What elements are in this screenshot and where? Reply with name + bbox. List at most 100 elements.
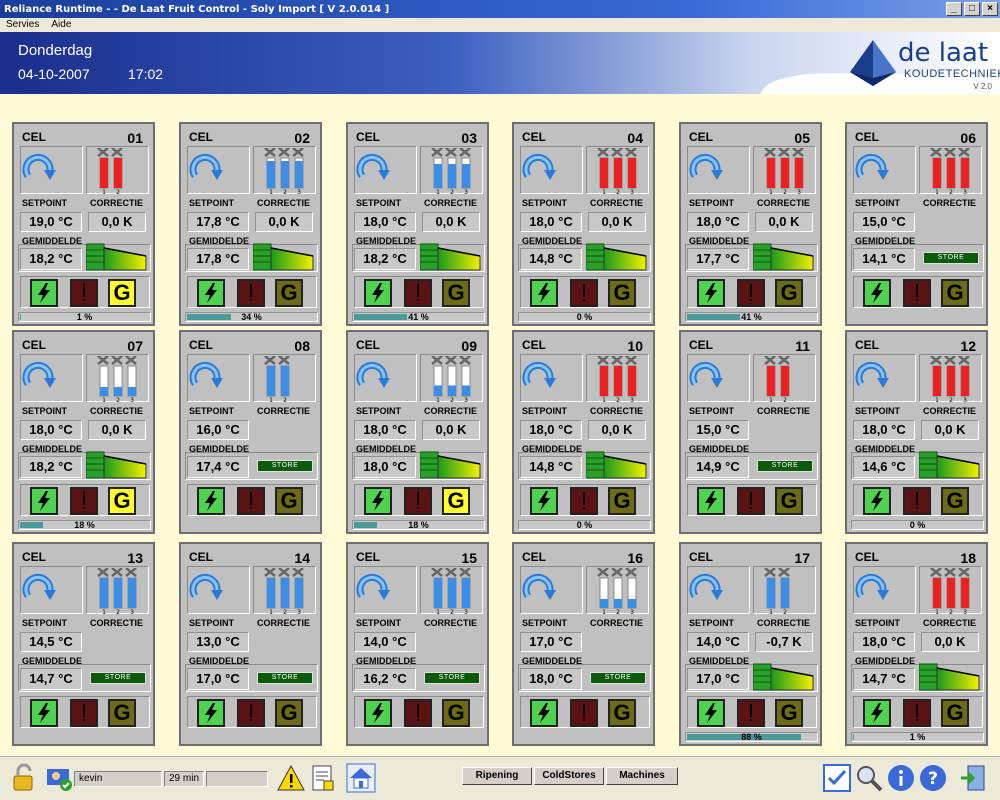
alarm-button[interactable] xyxy=(404,487,432,515)
alarm-button[interactable] xyxy=(570,487,598,515)
alarm-button[interactable] xyxy=(404,279,432,307)
alarm-button[interactable] xyxy=(70,279,98,307)
g-button[interactable]: G xyxy=(775,279,803,307)
g-button[interactable]: G xyxy=(941,279,969,307)
alarm-button[interactable] xyxy=(737,279,765,307)
gemiddelde-value: 17,0 °C xyxy=(187,668,249,690)
cell-tile[interactable]: CEL 08 1 2 SETPOINT CORRECTIE 16,0 °C GE… xyxy=(179,330,322,534)
g-button[interactable]: G xyxy=(108,699,136,727)
lightning-button[interactable] xyxy=(364,279,392,307)
g-button[interactable]: G xyxy=(108,487,136,515)
report-icon[interactable] xyxy=(308,763,338,793)
help-icon[interactable]: ? xyxy=(918,763,948,793)
lightning-button[interactable] xyxy=(30,699,58,727)
lightning-button[interactable] xyxy=(863,487,891,515)
lightning-button[interactable] xyxy=(697,279,725,307)
g-button[interactable]: G xyxy=(442,279,470,307)
fan-bar: 2 xyxy=(278,568,290,614)
cell-tile[interactable]: CEL 18 1 2 3 SETPOINT CORRECTIE 18,0 °C … xyxy=(845,542,988,746)
cell-tile[interactable]: CEL 10 1 2 3 SETPOINT CORRECTIE 18,0 °C … xyxy=(512,330,655,534)
padlock-icon[interactable] xyxy=(8,763,38,793)
alarm-button[interactable] xyxy=(903,699,931,727)
alarm-button[interactable] xyxy=(237,699,265,727)
minimize-button[interactable]: _ xyxy=(946,2,962,16)
cell-tile[interactable]: CEL 09 1 2 3 SETPOINT CORRECTIE 18,0 °C … xyxy=(346,330,489,534)
alarm-button[interactable] xyxy=(570,279,598,307)
lightning-button[interactable] xyxy=(530,699,558,727)
cell-tile[interactable]: CEL 15 1 2 3 SETPOINT CORRECTIE 14,0 °C … xyxy=(346,542,489,746)
lightning-button[interactable] xyxy=(364,699,392,727)
cell-tile[interactable]: CEL 17 1 2 SETPOINT CORRECTIE 14,0 °C -0… xyxy=(679,542,822,746)
lightning-icon xyxy=(871,703,883,723)
cell-tile[interactable]: CEL 12 1 2 3 SETPOINT CORRECTIE 18,0 °C … xyxy=(845,330,988,534)
rotate-arrow-icon xyxy=(356,361,390,388)
cell-tile[interactable]: CEL 06 1 2 3 SETPOINT CORRECTIE 15,0 °C … xyxy=(845,122,988,326)
g-button[interactable]: G xyxy=(608,487,636,515)
maximize-button[interactable]: □ xyxy=(964,2,980,16)
svg-text:2: 2 xyxy=(783,397,787,402)
exit-icon[interactable] xyxy=(958,763,988,793)
lightning-button[interactable] xyxy=(197,279,225,307)
alarm-button[interactable] xyxy=(903,279,931,307)
lightning-button[interactable] xyxy=(697,487,725,515)
exclamation-icon xyxy=(417,492,419,509)
cell-tile[interactable]: CEL 02 1 2 3 SETPOINT CORRECTIE 17,8 °C … xyxy=(179,122,322,326)
cell-tile[interactable]: CEL 07 1 2 3 SETPOINT CORRECTIE 18,0 °C … xyxy=(12,330,155,534)
nav-coldstores-button[interactable]: ColdStores xyxy=(534,767,604,785)
cell-tile[interactable]: CEL 13 1 2 3 SETPOINT CORRECTIE 14,5 °C … xyxy=(12,542,155,746)
lightning-button[interactable] xyxy=(30,487,58,515)
fan-indicator: 1 2 3 xyxy=(597,148,637,194)
setpoint-label: SETPOINT xyxy=(189,406,235,416)
exclamation-icon xyxy=(583,704,585,721)
cell-tile[interactable]: CEL 11 1 2 SETPOINT CORRECTIE 15,0 °C GE… xyxy=(679,330,822,534)
menu-aide[interactable]: Aide xyxy=(51,18,71,32)
g-button[interactable]: G xyxy=(275,487,303,515)
cell-tile[interactable]: CEL 01 1 2 SETPOINT CORRECTIE 19,0 °C 0,… xyxy=(12,122,155,326)
lightning-button[interactable] xyxy=(863,279,891,307)
g-button[interactable]: G xyxy=(608,279,636,307)
cell-tile[interactable]: CEL 03 1 2 3 SETPOINT CORRECTIE 18,0 °C … xyxy=(346,122,489,326)
alarm-button[interactable] xyxy=(404,699,432,727)
alarm-button[interactable] xyxy=(737,487,765,515)
checklist-icon[interactable] xyxy=(822,763,852,793)
cell-tile[interactable]: CEL 04 1 2 3 SETPOINT CORRECTIE 18,0 °C … xyxy=(512,122,655,326)
alarm-button[interactable] xyxy=(237,487,265,515)
g-button[interactable]: G xyxy=(442,487,470,515)
svg-text:2: 2 xyxy=(116,397,120,402)
alarm-button[interactable] xyxy=(237,279,265,307)
g-button[interactable]: G xyxy=(775,699,803,727)
nav-ripening-button[interactable]: Ripening xyxy=(462,767,532,785)
lightning-button[interactable] xyxy=(30,279,58,307)
warning-icon[interactable] xyxy=(276,763,306,793)
lightning-button[interactable] xyxy=(530,279,558,307)
lightning-button[interactable] xyxy=(530,487,558,515)
alarm-button[interactable] xyxy=(570,699,598,727)
alarm-button[interactable] xyxy=(70,487,98,515)
cell-tile[interactable]: CEL 16 1 2 3 SETPOINT CORRECTIE 17,0 °C … xyxy=(512,542,655,746)
lightning-button[interactable] xyxy=(197,699,225,727)
nav-machines-button[interactable]: Machines xyxy=(606,767,678,785)
lightning-button[interactable] xyxy=(197,487,225,515)
g-button[interactable]: G xyxy=(941,487,969,515)
close-button[interactable]: × xyxy=(982,2,998,16)
g-button[interactable]: G xyxy=(775,487,803,515)
search-icon[interactable] xyxy=(854,763,884,793)
lightning-button[interactable] xyxy=(863,699,891,727)
alarm-button[interactable] xyxy=(70,699,98,727)
alarm-button[interactable] xyxy=(903,487,931,515)
alarm-button[interactable] xyxy=(737,699,765,727)
cell-tile[interactable]: CEL 14 1 2 3 SETPOINT CORRECTIE 13,0 °C … xyxy=(179,542,322,746)
g-button[interactable]: G xyxy=(941,699,969,727)
g-button[interactable]: G xyxy=(275,699,303,727)
info-icon[interactable] xyxy=(886,763,916,793)
user-icon[interactable] xyxy=(44,763,74,793)
home-icon[interactable] xyxy=(346,763,376,793)
menu-servies[interactable]: Servies xyxy=(6,18,39,32)
g-button[interactable]: G xyxy=(442,699,470,727)
cell-tile[interactable]: CEL 05 1 2 3 SETPOINT CORRECTIE 18,0 °C … xyxy=(679,122,822,326)
lightning-button[interactable] xyxy=(697,699,725,727)
g-button[interactable]: G xyxy=(108,279,136,307)
g-button[interactable]: G xyxy=(275,279,303,307)
lightning-button[interactable] xyxy=(364,487,392,515)
g-button[interactable]: G xyxy=(608,699,636,727)
